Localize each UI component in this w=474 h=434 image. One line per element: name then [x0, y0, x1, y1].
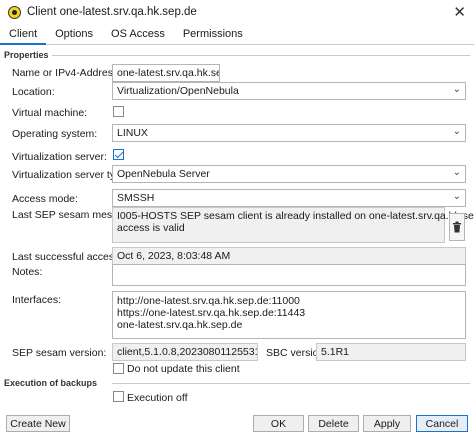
virt-server-checkbox[interactable]	[113, 149, 124, 160]
tab-options[interactable]: Options	[46, 24, 102, 45]
chevron-down-icon: ⌄	[452, 191, 461, 202]
name-label: Name or IPv4-Address:	[12, 67, 122, 79]
last-message-box: I005-HOSTS SEP sesam client is already i…	[112, 207, 474, 243]
execution-off-label: Execution off	[127, 392, 188, 404]
interface-line: https://one-latest.srv.qa.hk.sep.de:1144…	[117, 307, 306, 319]
last-access-field: Oct 6, 2023, 8:03:48 AM	[112, 247, 466, 265]
sesam-version-field: client,5.1.0.8,20230801125531	[112, 343, 258, 361]
os-select[interactable]: LINUX ⌄	[112, 124, 466, 142]
virt-server-label: Virtualization server:	[12, 151, 107, 163]
section-divider	[112, 383, 470, 384]
tab-bar: Client Options OS Access Permissions	[0, 24, 474, 45]
last-access-label: Last successful access:	[12, 251, 123, 263]
section-divider	[52, 55, 470, 56]
window-title: Client one-latest.srv.qa.hk.sep.de	[27, 6, 197, 18]
trash-icon	[453, 221, 461, 233]
interfaces-label: Interfaces:	[12, 294, 62, 306]
location-select[interactable]: Virtualization/OpenNebula ⌄	[112, 82, 466, 100]
tab-client[interactable]: Client	[0, 24, 47, 45]
notes-label: Notes:	[12, 266, 43, 278]
interface-line: one-latest.srv.qa.hk.sep.de	[117, 319, 243, 331]
tab-os-access[interactable]: OS Access	[102, 24, 174, 45]
location-value: Virtualization/OpenNebula	[117, 85, 239, 97]
clear-message-button[interactable]	[449, 213, 465, 241]
name-field[interactable]: one-latest.srv.qa.hk.sep.de	[112, 64, 220, 82]
os-label: Operating system:	[12, 128, 98, 140]
execution-off-checkbox[interactable]	[113, 391, 124, 402]
chevron-down-icon: ⌄	[452, 84, 461, 95]
close-icon[interactable]: ✕	[453, 3, 466, 21]
last-message-line: access is valid	[117, 222, 185, 234]
section-properties-title: Properties	[4, 50, 49, 60]
cancel-button[interactable]: Cancel	[416, 415, 468, 432]
location-label: Location:	[12, 86, 55, 98]
delete-button[interactable]: Delete	[308, 415, 359, 432]
access-mode-value: SMSSH	[117, 192, 155, 204]
access-mode-label: Access mode:	[12, 193, 78, 205]
sbc-version-field: 5.1R1	[316, 343, 466, 361]
create-new-button[interactable]: Create New	[6, 415, 70, 432]
virtual-machine-checkbox[interactable]	[113, 106, 124, 117]
ok-button[interactable]: OK	[253, 415, 304, 432]
interfaces-field[interactable]: http://one-latest.srv.qa.hk.sep.de:11000…	[112, 291, 466, 339]
virtual-machine-label: Virtual machine:	[12, 107, 88, 119]
sesam-logo-icon	[8, 5, 21, 19]
sesam-version-label: SEP sesam version:	[12, 347, 107, 359]
chevron-down-icon: ⌄	[452, 126, 461, 137]
section-execution-title: Execution of backups	[4, 378, 98, 388]
virt-server-type-value: OpenNebula Server	[117, 168, 210, 180]
no-update-checkbox[interactable]	[113, 363, 124, 374]
notes-field[interactable]	[112, 264, 466, 286]
last-message-line: I005-HOSTS SEP sesam client is already i…	[117, 210, 474, 222]
access-mode-select[interactable]: SMSSH ⌄	[112, 189, 466, 207]
title-bar: Client one-latest.srv.qa.hk.sep.de ✕	[0, 0, 474, 24]
interface-line: http://one-latest.srv.qa.hk.sep.de:11000	[117, 295, 300, 307]
apply-button[interactable]: Apply	[363, 415, 411, 432]
virt-server-type-select[interactable]: OpenNebula Server ⌄	[112, 165, 466, 183]
chevron-down-icon: ⌄	[452, 167, 461, 178]
tab-permissions[interactable]: Permissions	[174, 24, 252, 45]
os-value: LINUX	[117, 127, 148, 139]
no-update-label: Do not update this client	[127, 363, 240, 375]
